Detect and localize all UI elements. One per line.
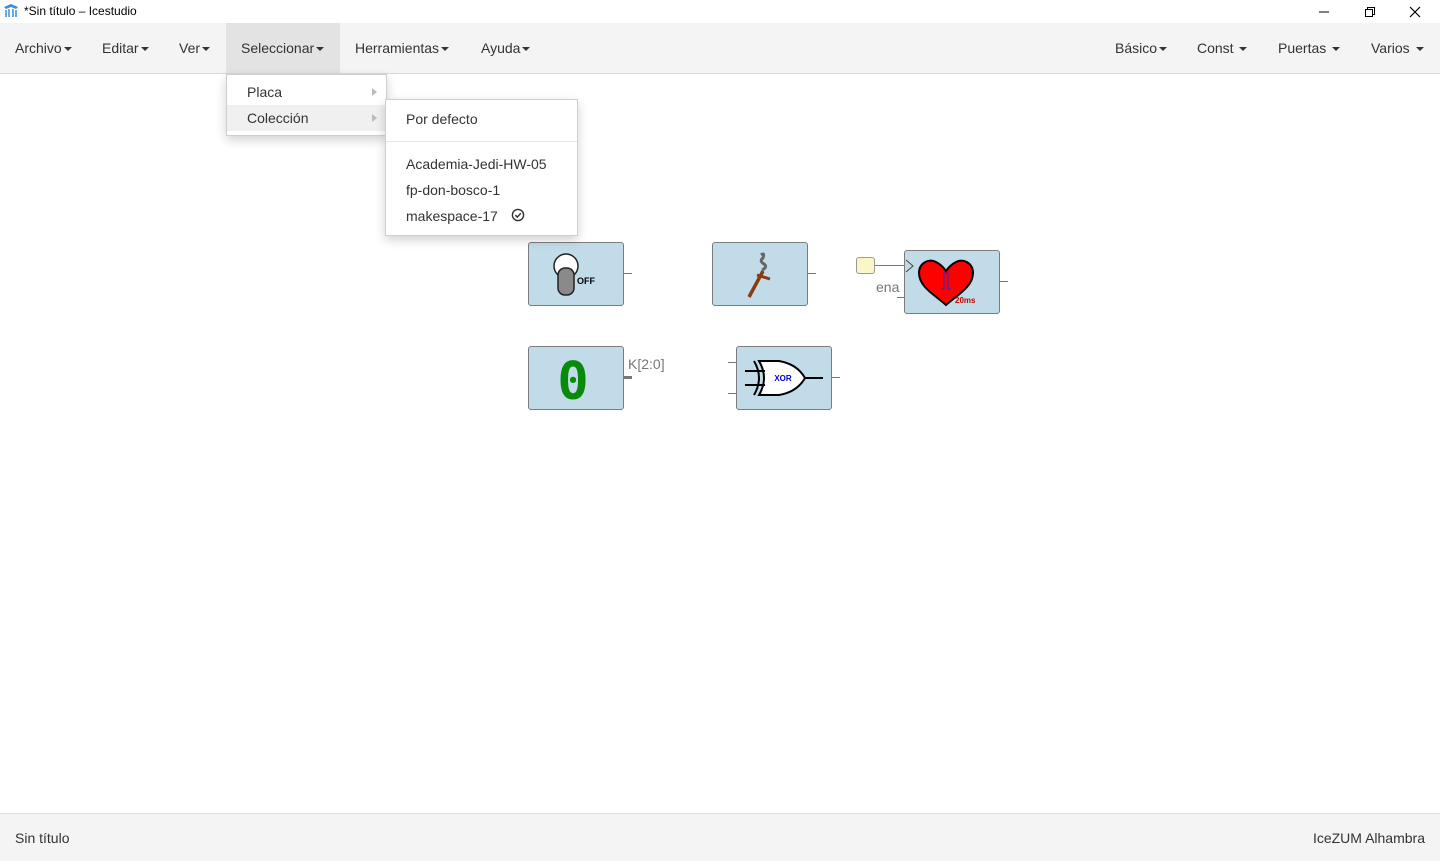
project-name: Sin título bbox=[15, 830, 70, 846]
constant-port-label: K[2:0] bbox=[628, 356, 665, 372]
period-label: 20ms bbox=[955, 296, 976, 305]
design-canvas[interactable]: OFF ena 20ms 0 K[2:0] XOR bbox=[0, 74, 1440, 813]
menu-label: Varios bbox=[1371, 40, 1410, 56]
caret-down-icon bbox=[140, 47, 149, 52]
output-port[interactable] bbox=[624, 273, 632, 274]
submenu-arrow-icon bbox=[372, 88, 377, 96]
switch-block[interactable]: OFF bbox=[528, 242, 624, 306]
switch-off-label: OFF bbox=[577, 276, 595, 286]
heart-icon: 20ms bbox=[905, 259, 976, 307]
menu-item-collection[interactable]: fp-don-bosco-1 bbox=[386, 177, 577, 203]
xor-gate-icon: XOR bbox=[745, 360, 823, 396]
constant-block[interactable]: 0 bbox=[528, 346, 624, 412]
toggle-switch-icon: OFF bbox=[553, 253, 595, 296]
input-port[interactable] bbox=[728, 393, 736, 394]
menu-label: Seleccionar bbox=[241, 40, 315, 56]
menu-ver[interactable]: Ver bbox=[164, 23, 225, 73]
caret-down-icon bbox=[1159, 47, 1168, 52]
caret-down-icon bbox=[202, 47, 211, 52]
menu-item-label: fp-don-bosco-1 bbox=[406, 182, 501, 198]
title-bar: *Sin título – Icestudio bbox=[0, 0, 1440, 23]
menu-varios[interactable]: Varios bbox=[1356, 23, 1439, 73]
caret-down-icon bbox=[522, 47, 531, 52]
menubar: Archivo Editar Ver Seleccionar Herramien… bbox=[0, 23, 1440, 74]
menu-seleccionar[interactable]: Seleccionar bbox=[226, 23, 340, 73]
output-port[interactable] bbox=[832, 377, 840, 378]
menu-item-label: makespace-17 bbox=[406, 208, 498, 224]
bus-output-port[interactable] bbox=[624, 376, 632, 379]
menu-label: Herramientas bbox=[355, 40, 440, 56]
menu-const[interactable]: Const bbox=[1182, 23, 1262, 73]
check-circle-icon bbox=[511, 204, 525, 230]
lever-block[interactable] bbox=[712, 242, 808, 306]
coleccion-submenu: Por defecto Academia-Jedi-HW-05 fp-don-b… bbox=[385, 99, 578, 236]
xor-gate-block[interactable]: XOR bbox=[736, 346, 832, 410]
menu-label: Ayuda bbox=[481, 40, 521, 56]
caret-down-icon bbox=[1332, 47, 1341, 52]
output-port[interactable] bbox=[808, 273, 816, 274]
selected-board[interactable]: IceZUM Alhambra bbox=[1313, 830, 1425, 846]
heartbeat-block[interactable]: 20ms bbox=[904, 250, 1000, 314]
minimize-button[interactable] bbox=[1301, 0, 1347, 23]
menu-item-placa[interactable]: Placa bbox=[227, 79, 386, 105]
menu-item-label: Placa bbox=[247, 84, 283, 100]
menu-item-label: Colección bbox=[247, 110, 309, 126]
submenu-arrow-icon bbox=[372, 114, 377, 122]
lever-icon bbox=[747, 252, 771, 298]
icestudio-logo-icon bbox=[3, 3, 19, 19]
menu-item-collection[interactable]: Academia-Jedi-HW-05 bbox=[386, 151, 577, 177]
caret-down-icon bbox=[1415, 47, 1424, 52]
menu-editar[interactable]: Editar bbox=[87, 23, 164, 73]
caret-down-icon bbox=[316, 47, 325, 52]
menu-label: Editar bbox=[102, 40, 139, 56]
window-title: *Sin título – Icestudio bbox=[24, 4, 137, 18]
enable-input-marker[interactable] bbox=[856, 257, 875, 274]
menu-label: Archivo bbox=[15, 40, 62, 56]
status-bar: Sin título IceZUM Alhambra bbox=[0, 813, 1440, 861]
output-port[interactable] bbox=[1000, 281, 1008, 282]
menu-item-label: Academia-Jedi-HW-05 bbox=[406, 156, 547, 172]
close-button[interactable] bbox=[1392, 0, 1438, 23]
constant-value: 0 bbox=[557, 352, 588, 409]
input-port[interactable] bbox=[728, 362, 736, 363]
enable-wire bbox=[875, 265, 905, 266]
menu-basico[interactable]: Básico bbox=[1100, 23, 1182, 73]
menu-item-coleccion[interactable]: Colección bbox=[227, 105, 386, 131]
xor-label: XOR bbox=[774, 374, 792, 383]
constant-zero-icon: 0 bbox=[557, 352, 588, 412]
caret-down-icon bbox=[441, 47, 450, 52]
menu-divider bbox=[386, 141, 577, 142]
menu-item-label: Por defecto bbox=[406, 111, 478, 127]
menu-item-por-defecto[interactable]: Por defecto bbox=[386, 106, 577, 132]
restore-button[interactable] bbox=[1347, 0, 1393, 23]
menu-label: Básico bbox=[1115, 40, 1158, 56]
menu-archivo[interactable]: Archivo bbox=[0, 23, 87, 73]
ena-port-label: ena bbox=[876, 279, 900, 295]
menu-label: Puertas bbox=[1278, 40, 1327, 56]
menu-puertas[interactable]: Puertas bbox=[1263, 23, 1355, 73]
seleccionar-dropdown: Placa Colección bbox=[226, 74, 387, 136]
menu-label: Ver bbox=[179, 40, 201, 56]
menu-item-collection-selected[interactable]: makespace-17 bbox=[386, 203, 577, 229]
menu-label: Const bbox=[1197, 40, 1234, 56]
menu-ayuda[interactable]: Ayuda bbox=[466, 23, 545, 73]
caret-down-icon bbox=[1239, 47, 1248, 52]
caret-down-icon bbox=[63, 47, 72, 52]
menu-herramientas[interactable]: Herramientas bbox=[340, 23, 464, 73]
